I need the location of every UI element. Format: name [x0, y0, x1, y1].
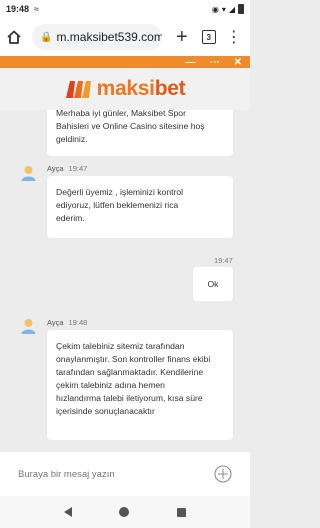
message-input[interactable] [18, 468, 214, 480]
brand-header: maksibet [0, 68, 250, 110]
wifi-icon: ▾ [221, 4, 226, 14]
agent-avatar [21, 319, 36, 334]
tab-switcher-button[interactable]: 3 [201, 30, 216, 44]
agent-name-label: Ayça 19:48 [47, 318, 88, 327]
browser-toolbar: 🔒 m.maksibet539.com + 3 ⋮ [0, 18, 250, 56]
user-message: Ok [193, 267, 233, 301]
recent-apps-icon[interactable] [177, 507, 187, 517]
minimize-icon[interactable]: — [186, 57, 196, 68]
address-bar[interactable]: 🔒 m.maksibet539.com [32, 24, 162, 50]
chat-header-bar: — ⋯ ✕ [0, 56, 250, 68]
battery-icon [238, 4, 244, 14]
system-nav-bar [0, 496, 250, 528]
menu-dots-icon[interactable]: ⋯ [210, 57, 220, 68]
chat-transcript: Merhaba iyi günler, Maksibet Spor Bahisl… [0, 110, 250, 450]
agent-message: Merhaba iyi günler, Maksibet Spor Bahisl… [47, 110, 233, 156]
home-button-icon[interactable] [119, 507, 130, 517]
url-text: m.maksibet539.com [56, 30, 162, 44]
add-attachment-icon[interactable] [214, 465, 232, 483]
brand-mark-icon [65, 81, 91, 98]
brand-name: maksibet [96, 77, 186, 100]
close-icon[interactable]: ✕ [234, 57, 242, 68]
overflow-menu-icon[interactable]: ⋮ [226, 27, 242, 47]
message-composer [0, 452, 250, 496]
agent-avatar [21, 166, 36, 181]
back-icon[interactable] [63, 507, 72, 517]
user-message-time: 19:47 [214, 256, 233, 265]
status-bar: 19:48 ≈ ◉ ▾ ◢ [0, 0, 250, 18]
status-icons: ◉ ▾ ◢ [212, 4, 244, 14]
agent-message: Çekim talebiniz sitemiz tarafından onayl… [47, 330, 233, 440]
agent-name-label: Ayça 19:47 [47, 164, 88, 173]
notification-icon: ≈ [34, 4, 39, 14]
home-icon[interactable] [6, 29, 22, 45]
status-time: 19:48 [6, 4, 30, 14]
brand-logo: maksibet [65, 77, 186, 101]
alarm-icon: ◉ [211, 4, 219, 14]
new-tab-icon[interactable]: + [176, 27, 188, 47]
agent-message: Değerli üyemiz , işleminizi kontrol ediy… [47, 176, 233, 238]
signal-icon: ◢ [228, 4, 235, 14]
lock-icon: 🔒 [40, 31, 53, 43]
